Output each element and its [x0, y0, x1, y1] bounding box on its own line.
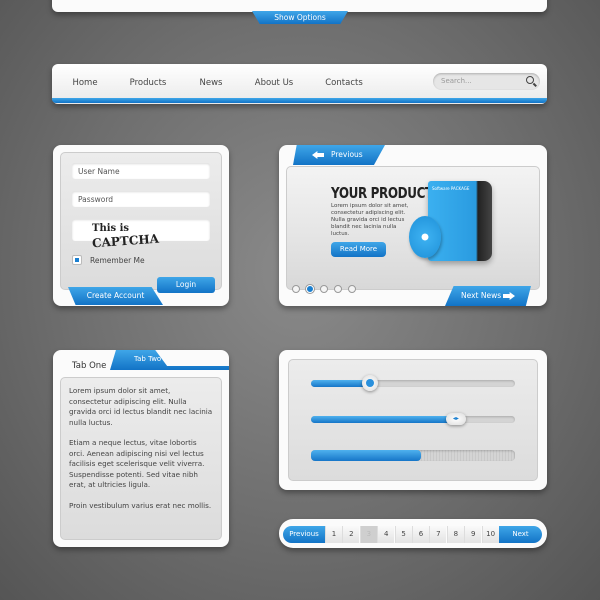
pagination-previous[interactable]: Previous	[283, 526, 325, 543]
page-2[interactable]: 2	[342, 526, 360, 543]
login-button[interactable]: Login	[157, 277, 215, 293]
tab-content: Lorem ipsum dolor sit amet, consectetur …	[60, 377, 222, 540]
page-7[interactable]: 7	[429, 526, 447, 543]
username-input[interactable]: User Name	[72, 163, 210, 179]
progress-fill	[311, 450, 422, 461]
nav-home[interactable]: Home	[72, 78, 97, 88]
remember-label: Remember Me	[90, 256, 145, 265]
nav-about-us[interactable]: About Us	[255, 78, 293, 88]
page-3[interactable]: 3	[359, 526, 377, 543]
nav-products[interactable]: Products	[130, 78, 167, 88]
slider-2-handle[interactable]: ◂▸	[445, 413, 466, 425]
next-news-tab[interactable]: Next News	[445, 286, 531, 306]
page-4[interactable]: 4	[377, 526, 395, 543]
show-options-button[interactable]: Show Options	[252, 11, 348, 24]
slide-dot-1[interactable]	[292, 285, 300, 293]
product-description: Lorem ipsum dolor sit amet, consectetur …	[331, 203, 409, 237]
top-panel	[52, 0, 547, 12]
create-account-tab[interactable]: Create Account	[68, 287, 163, 305]
password-input[interactable]: Password	[72, 191, 210, 207]
nav-news[interactable]: News	[200, 78, 223, 88]
captcha-image: This is CAPTCHA	[72, 219, 210, 250]
box-label: Software PACKAGE	[432, 186, 470, 191]
tab-paragraph-2: Etiam a neque lectus, vitae lobortis orc…	[69, 438, 205, 489]
captcha-word: CAPTCHA	[91, 231, 160, 251]
progress-bar	[311, 450, 515, 461]
page-6[interactable]: 6	[412, 526, 429, 543]
slider-2-fill	[311, 416, 456, 423]
pagination-next[interactable]: Next	[499, 526, 542, 543]
slide-dot-2[interactable]	[306, 285, 314, 293]
page-5[interactable]: 5	[394, 526, 412, 543]
page-1[interactable]: 1	[325, 526, 342, 543]
page-8[interactable]: 8	[446, 526, 464, 543]
nav-underline	[52, 98, 547, 103]
remember-checkbox[interactable]	[72, 255, 82, 265]
slide-dot-4[interactable]	[334, 285, 342, 293]
tab-paragraph-3: Proin vestibulum varius erat nec mollis.	[69, 500, 212, 510]
nav-contacts[interactable]: Contacts	[325, 78, 363, 88]
slider-2[interactable]: ◂▸	[311, 413, 515, 425]
cd-disc-image	[409, 216, 441, 258]
page-10[interactable]: 10	[481, 526, 499, 543]
previous-tab[interactable]: Previous	[293, 145, 385, 165]
page-9[interactable]: 9	[464, 526, 482, 543]
product-title: YOUR PRODUCT	[331, 184, 433, 202]
tab-paragraph-1: Lorem ipsum dolor sit amet, consectetur …	[69, 386, 213, 427]
slide-dot-3[interactable]	[320, 285, 328, 293]
search-input[interactable]: Search...	[433, 73, 540, 90]
read-more-button[interactable]: Read More	[331, 242, 386, 257]
captcha-prefix: This is	[92, 223, 130, 234]
slide-dot-5[interactable]	[348, 285, 356, 293]
slider-1[interactable]	[311, 375, 515, 391]
tab-one[interactable]: Tab One	[60, 357, 118, 375]
